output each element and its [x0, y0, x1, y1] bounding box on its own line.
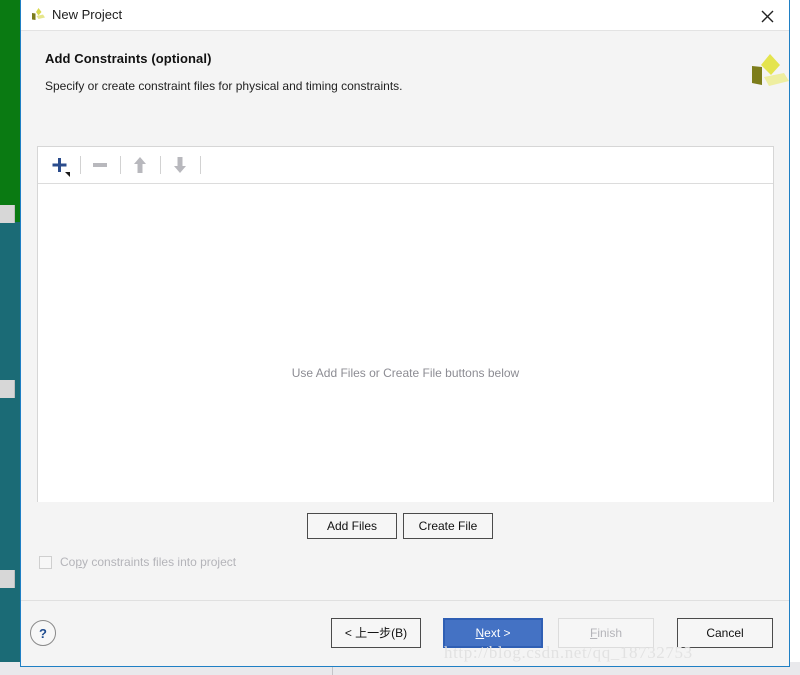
page-subtitle: Specify or create constraint files for p… — [45, 79, 403, 93]
toolbar-separator-1 — [80, 156, 81, 174]
add-files-button[interactable]: Add Files — [307, 513, 397, 539]
help-button[interactable]: ? — [30, 620, 56, 646]
next-button[interactable]: Next > — [443, 618, 543, 648]
desktop-green-strip — [0, 0, 22, 222]
xilinx-pinwheel-logo-icon — [746, 53, 790, 93]
move-down-button[interactable] — [166, 151, 194, 179]
dialog-footer: ? < 上一步(B) Next > Finish Cancel — [21, 601, 789, 665]
copy-constraints-checkbox[interactable] — [39, 556, 52, 569]
copy-label-after: y constraints files into project — [82, 555, 237, 569]
desktop-side-tab-3[interactable] — [0, 570, 15, 588]
dialog-title: New Project — [52, 7, 123, 22]
file-panel-toolbar — [38, 147, 773, 184]
empty-list-hint: Use Add Files or Create File buttons bel… — [291, 366, 520, 380]
remove-button[interactable] — [86, 151, 114, 179]
constraints-file-panel: Use Add Files or Create File buttons bel… — [37, 146, 774, 502]
desktop-side-tab-1[interactable] — [0, 205, 15, 223]
xilinx-logo-icon — [29, 7, 46, 24]
finish-label-after: inish — [597, 626, 623, 640]
new-project-dialog: New Project Add Constraints (optional) S… — [20, 0, 790, 667]
toolbar-separator-3 — [160, 156, 161, 174]
toolbar-separator-2 — [120, 156, 121, 174]
copy-label-before: Co — [60, 555, 76, 569]
close-icon[interactable] — [745, 0, 789, 30]
next-mnemonic: N — [475, 626, 485, 640]
create-file-button[interactable]: Create File — [403, 513, 493, 539]
copy-constraints-label: Copy constraints files into project — [60, 555, 236, 569]
dialog-header: Add Constraints (optional) Specify or cr… — [21, 31, 789, 121]
add-sources-button[interactable] — [46, 151, 74, 179]
move-up-button[interactable] — [126, 151, 154, 179]
finish-button[interactable]: Finish — [558, 618, 654, 648]
dialog-titlebar: New Project — [21, 0, 789, 31]
toolbar-separator-4 — [200, 156, 201, 174]
desktop-teal-strip — [0, 222, 22, 662]
page-title: Add Constraints (optional) — [45, 51, 212, 66]
cancel-button[interactable]: Cancel — [677, 618, 773, 648]
constraints-file-list[interactable]: Use Add Files or Create File buttons bel… — [38, 184, 773, 502]
desktop-side-tab-2[interactable] — [0, 380, 15, 398]
back-button[interactable]: < 上一步(B) — [331, 618, 421, 648]
next-label-after: ext > — [484, 626, 511, 640]
